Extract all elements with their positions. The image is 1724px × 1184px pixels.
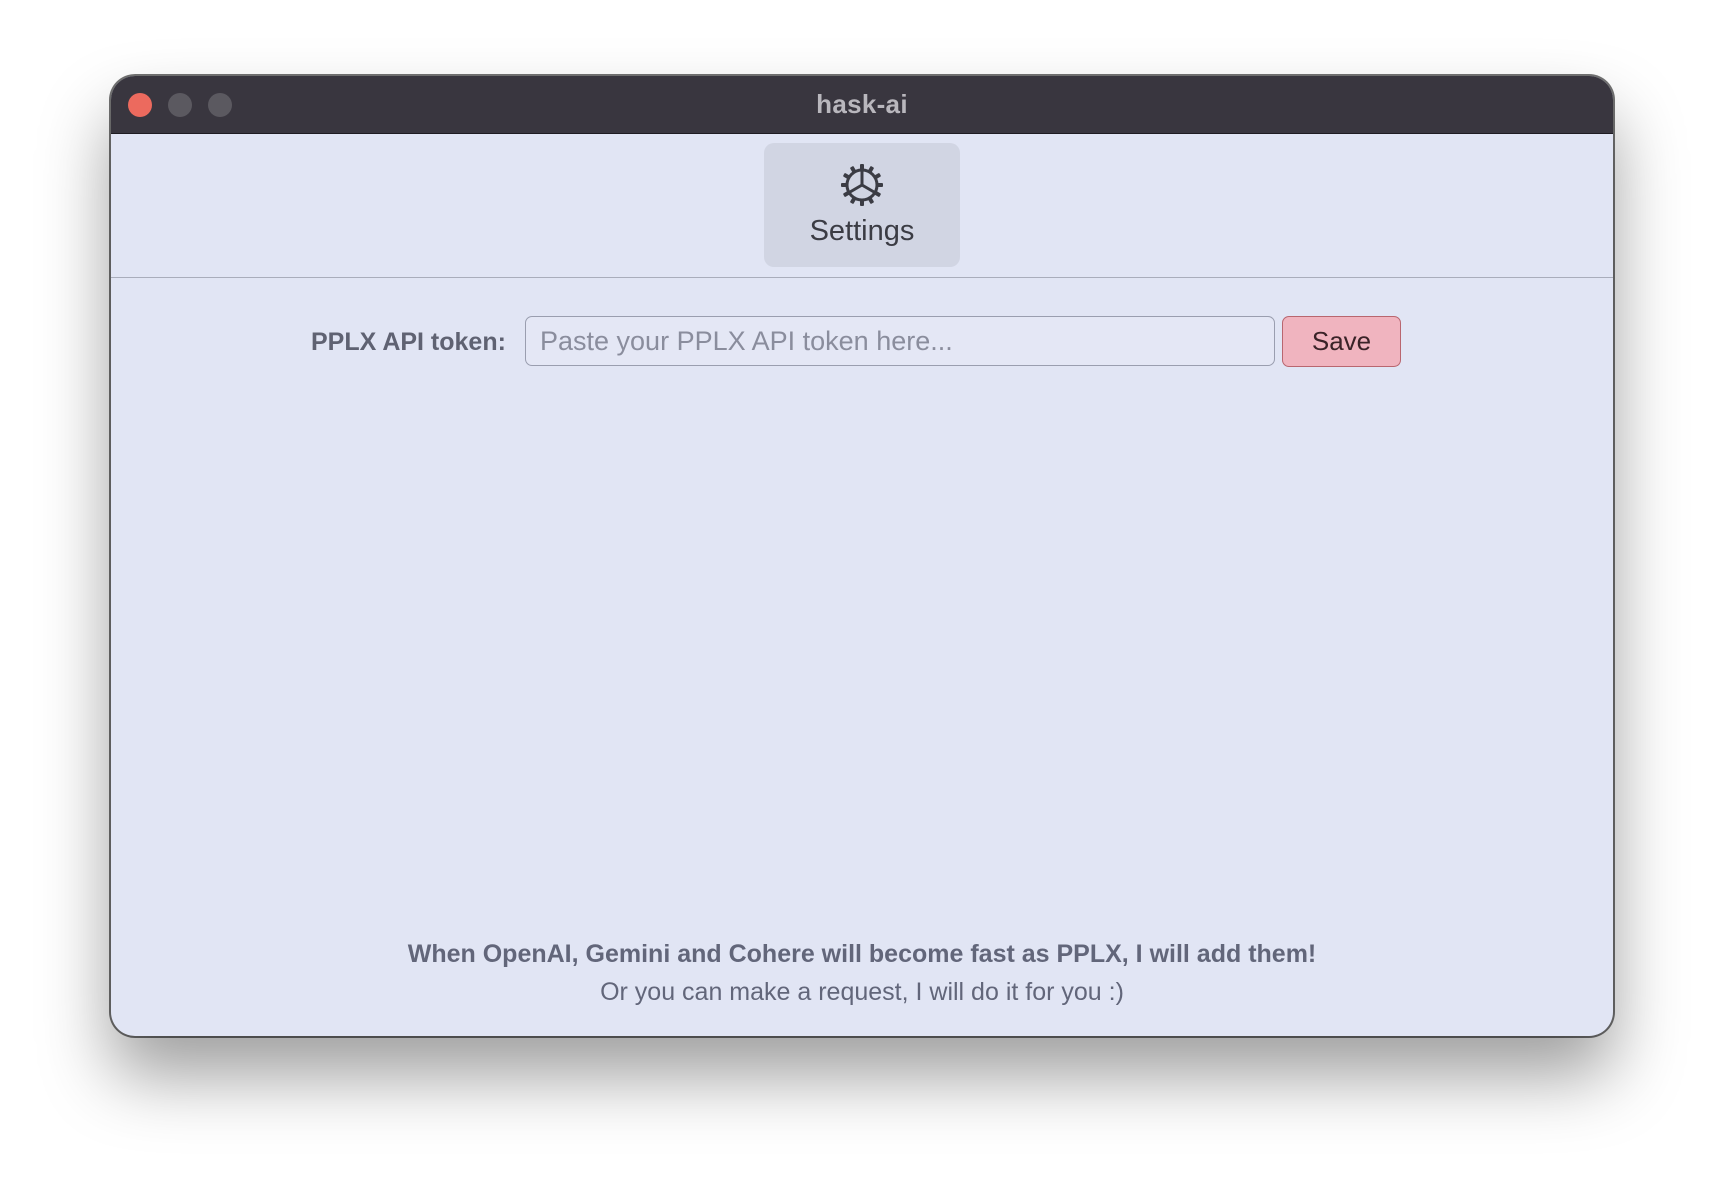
footer-note-primary: When OpenAI, Gemini and Cohere will beco… xyxy=(407,940,1317,968)
window-title: hask-ai xyxy=(816,89,908,119)
title-bar[interactable]: hask-ai xyxy=(111,76,1613,134)
app-window: hask-ai Settings PPLX API token: Paste y… xyxy=(111,76,1613,1036)
tab-settings-label: Settings xyxy=(809,215,915,247)
api-token-input[interactable] xyxy=(525,316,1275,366)
api-token-row: PPLX API token: Save xyxy=(111,316,1613,368)
save-button[interactable]: Save xyxy=(1282,316,1401,367)
tab-settings[interactable]: Settings xyxy=(764,143,960,267)
footer-note-secondary: Or you can make a request, I will do it … xyxy=(600,978,1124,1006)
gear-icon xyxy=(841,164,883,206)
toolbar: Settings xyxy=(111,133,1613,278)
